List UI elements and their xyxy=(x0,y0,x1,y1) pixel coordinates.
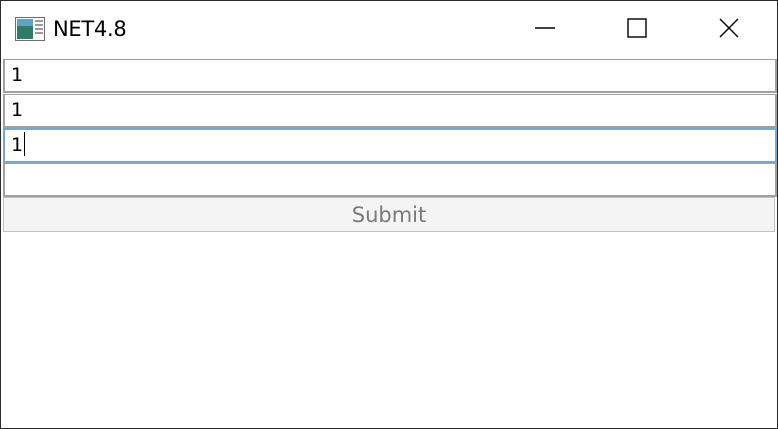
window-title: NET4.8 xyxy=(53,17,127,41)
text-field-4[interactable] xyxy=(3,163,777,197)
app-icon xyxy=(15,17,45,41)
maximize-button[interactable] xyxy=(591,1,683,58)
maximize-icon xyxy=(626,17,648,43)
minimize-icon xyxy=(534,17,556,43)
text-field-2-value: 1 xyxy=(11,99,24,121)
title-bar[interactable]: NET4.8 xyxy=(1,1,777,58)
text-field-3-value: 1 xyxy=(11,134,24,156)
minimize-button[interactable] xyxy=(499,1,591,58)
app-window: NET4.8 1 1 1 Submit xyxy=(0,0,778,429)
text-field-1[interactable]: 1 xyxy=(3,59,777,93)
text-field-3[interactable]: 1 xyxy=(3,128,777,163)
text-field-1-value: 1 xyxy=(11,64,24,86)
text-field-2[interactable]: 1 xyxy=(3,94,777,128)
submit-button[interactable]: Submit xyxy=(3,197,775,232)
close-button[interactable] xyxy=(683,1,775,58)
text-caret xyxy=(24,132,26,156)
close-icon xyxy=(718,17,740,43)
